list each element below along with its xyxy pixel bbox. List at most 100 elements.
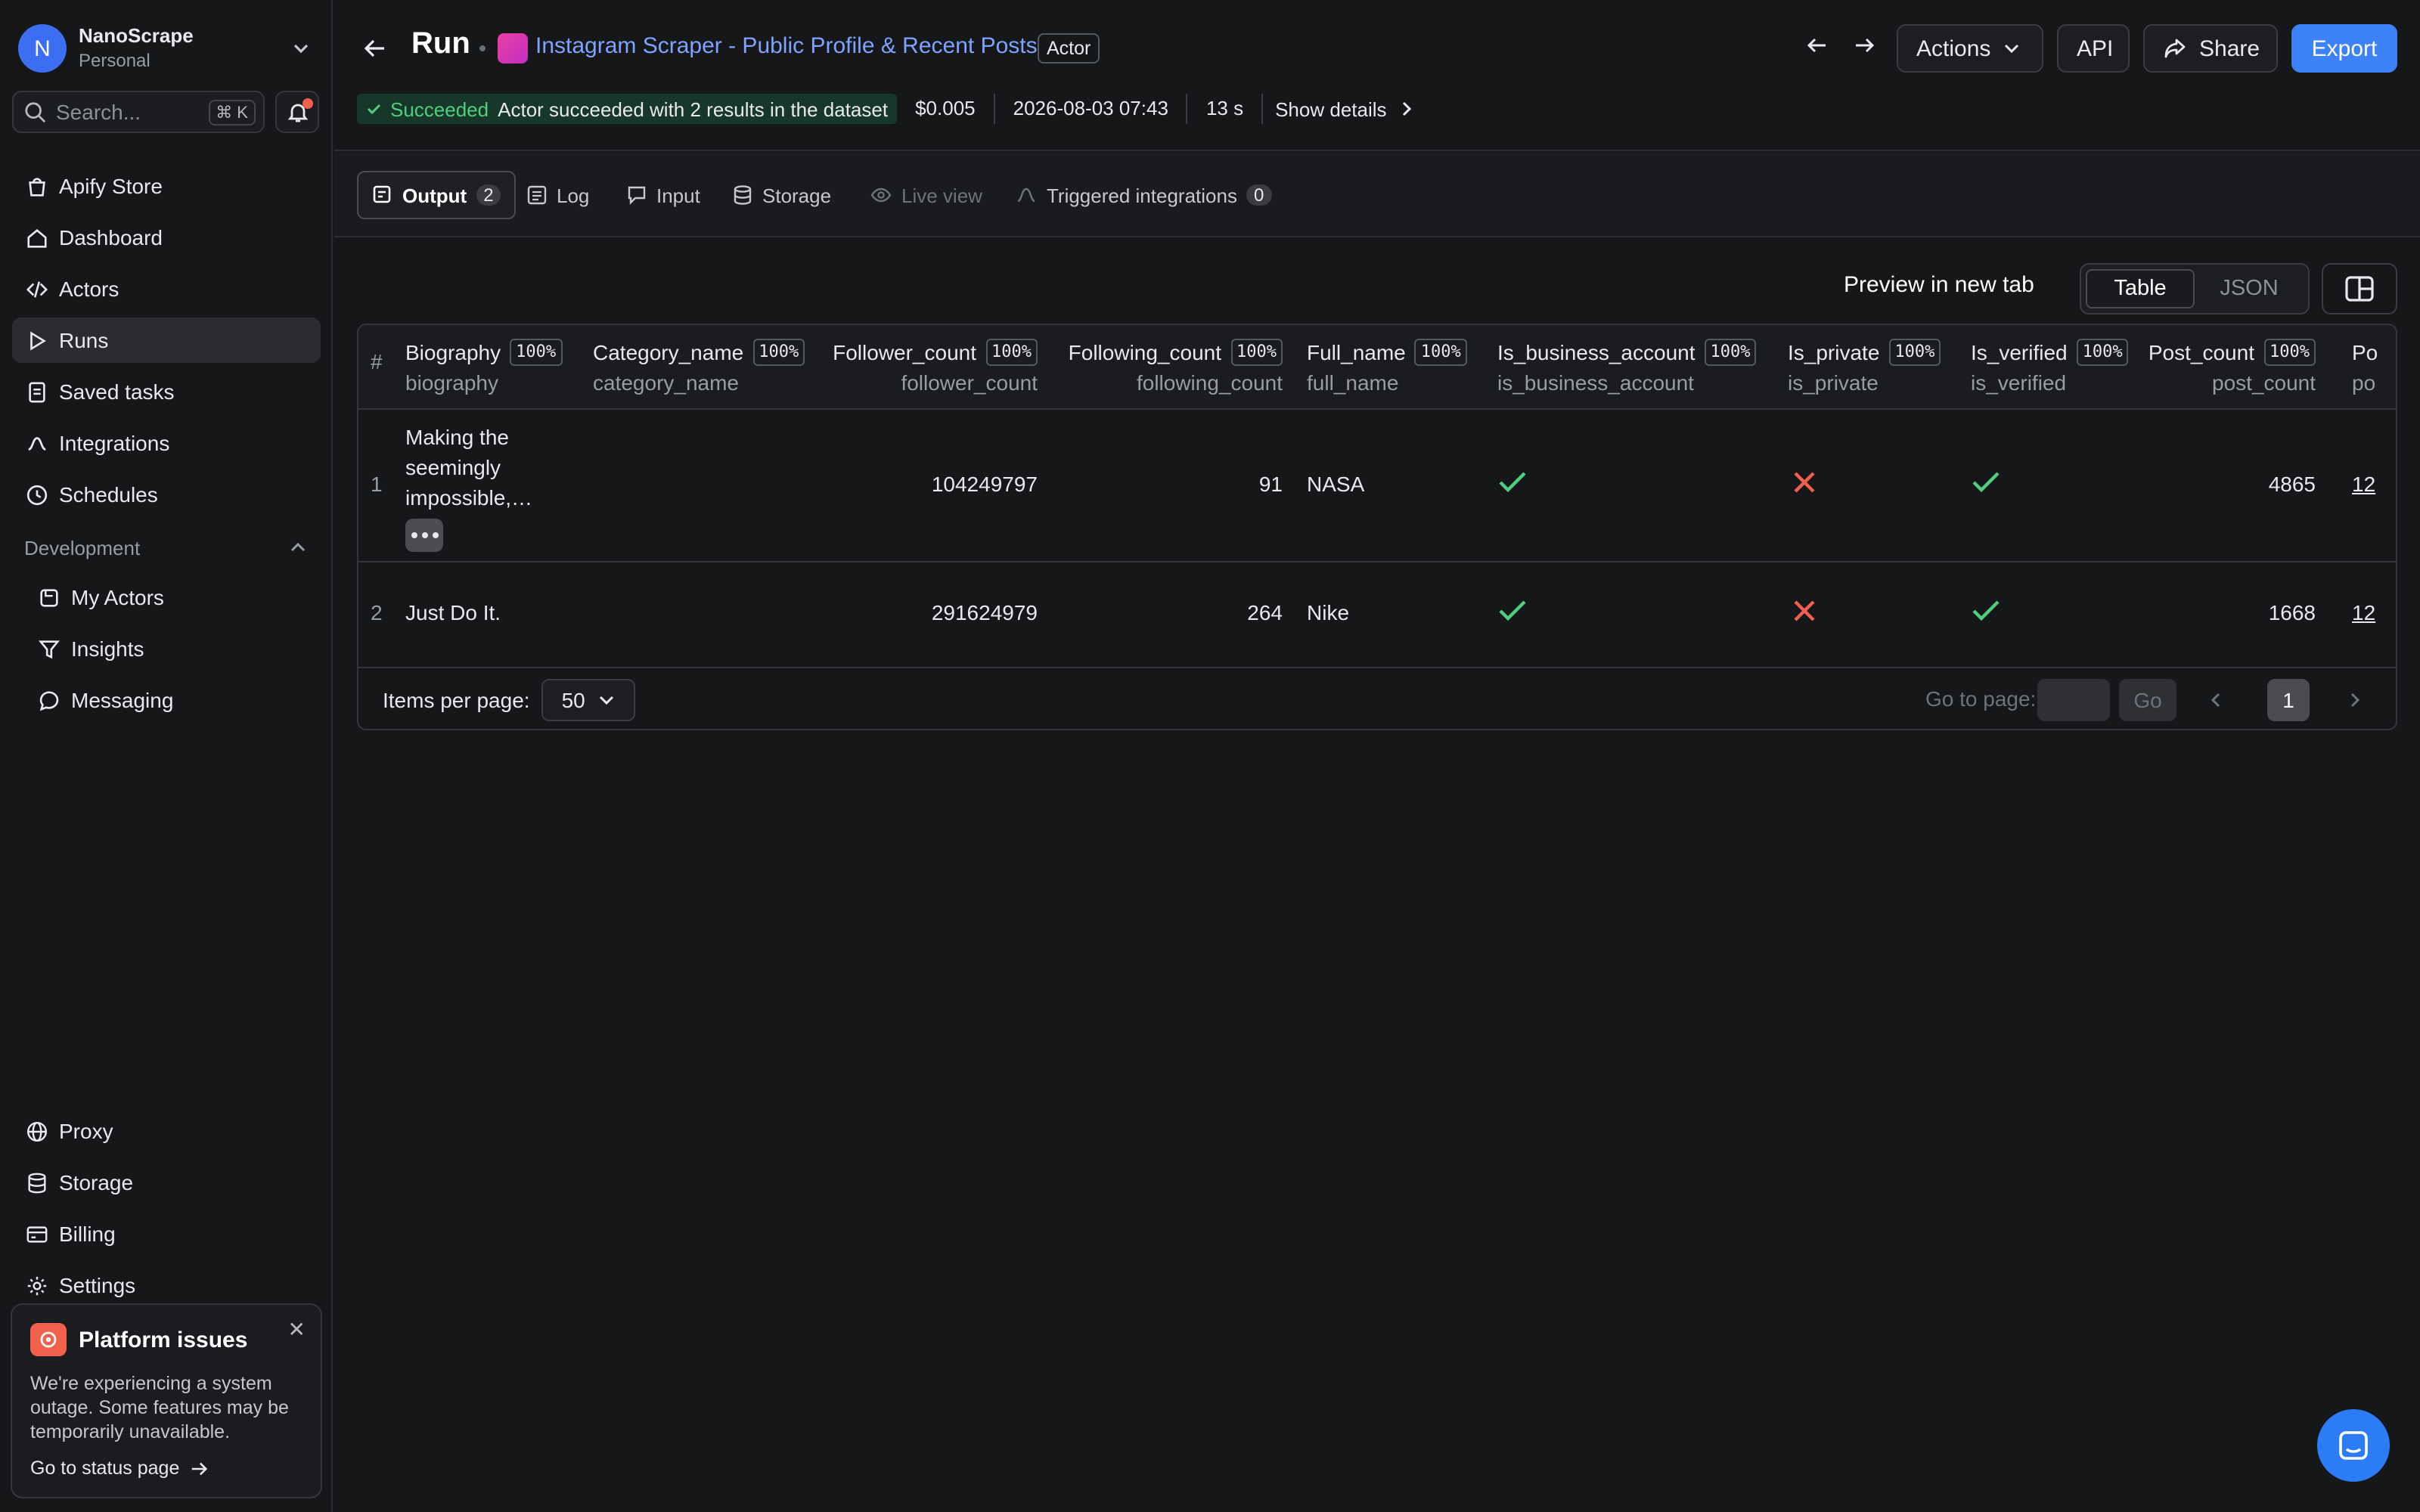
sidebar-item-apify-store[interactable]: Apify Store [12,163,321,209]
column-key: is_private [1788,370,1879,395]
sidebar-item-label: Messaging [71,688,174,712]
truncated-cell[interactable]: 12 [2352,472,2375,496]
sidebar-item-saved-tasks[interactable]: Saved tasks [12,369,321,414]
tab-output[interactable]: Output 2 [357,171,517,219]
sidebar-item-my-actors[interactable]: My Actors [24,575,321,620]
goto-page-input[interactable] [2037,679,2110,721]
column-header-biography[interactable]: Biography 100% biography [405,337,563,398]
column-header-is-private[interactable]: Is_private 100% is_private [1788,337,1941,398]
sidebar-item-label: Settings [59,1273,136,1297]
truncated-cell[interactable]: 12 [2352,600,2375,624]
fill-badge: 100% [1414,339,1467,366]
check-icon [1497,469,1528,496]
show-details-link[interactable]: Show details [1263,98,1413,120]
arrow-right-icon [188,1458,208,1478]
actions-label: Actions [1916,36,1991,61]
row-index: 2 [371,600,383,624]
search-shortcut: ⌘ K [208,99,256,125]
column-key: is_business_account [1497,370,1694,395]
database-icon [732,184,753,206]
account-switcher[interactable]: N NanoScrape Personal [18,23,315,74]
close-icon[interactable]: ✕ [288,1317,306,1343]
go-button[interactable]: Go [2119,679,2176,721]
sidebar-item-runs[interactable]: Runs [12,318,321,363]
toast-body: We're experiencing a system outage. Some… [30,1373,289,1442]
notifications-button[interactable] [275,91,319,133]
export-label: Export [2311,36,2378,61]
goto-page-label: Go to page: [1925,686,2037,711]
api-button[interactable]: API [2057,24,2130,73]
api-label: API [2077,36,2114,61]
previous-run-arrow-icon[interactable] [1804,33,1829,57]
actions-button[interactable]: Actions [1897,24,2043,73]
sidebar-item-actors[interactable]: Actors [12,266,321,311]
column-header-following-count[interactable]: Following_count 100% following_count [1062,337,1283,398]
tab-triggered-integrations[interactable]: Triggered integrations 0 [1001,171,1285,219]
main-content: Run Instagram Scraper - Public Profile &… [334,0,2420,1512]
column-header-post-count[interactable]: Post_count 100% post_count [2143,337,2316,398]
gear-icon [24,1273,48,1297]
column-header-is-business-account[interactable]: Is_business_account 100% is_business_acco… [1497,337,1757,398]
full-name-cell: Nike [1307,600,1350,624]
sidebar-item-settings[interactable]: Settings [12,1263,321,1308]
column-header-full-name[interactable]: Full_name 100% full_name [1307,337,1467,398]
check-icon [1971,469,2001,496]
actor-link[interactable]: Instagram Scraper - Public Profile & Rec… [535,33,1038,59]
row-index: 1 [371,472,383,496]
column-label: Is_verified [1971,340,2068,364]
run-header: Run Instagram Scraper - Public Profile &… [334,0,2420,151]
column-label: Post_count [2148,340,2254,364]
current-page-button[interactable]: 1 [2267,679,2310,721]
sidebar-item-proxy[interactable]: Proxy [12,1108,321,1154]
sidebar-item-storage[interactable]: Storage [12,1160,321,1205]
column-header-follower-count[interactable]: Follower_count 100% follower_count [827,337,1038,398]
sidebar-item-schedules[interactable]: Schedules [12,472,321,517]
items-per-page-value: 50 [561,688,585,712]
fill-badge: 100% [2076,339,2129,366]
column-key: is_verified [1971,370,2067,395]
tab-label: Storage [762,184,832,206]
expand-more-button[interactable] [405,519,443,552]
items-per-page-select[interactable]: 50 [541,679,636,721]
sidebar-item-dashboard[interactable]: Dashboard [12,215,321,260]
next-page-icon[interactable] [2346,689,2364,711]
platform-issues-toast: Platform issues ✕ We're experiencing a s… [11,1303,322,1498]
home-icon [24,225,48,249]
next-run-arrow-icon[interactable] [1853,33,1877,57]
sidebar-item-messaging[interactable]: Messaging [24,677,321,723]
layout-button[interactable] [2322,263,2397,314]
json-view-button[interactable]: JSON [2195,269,2304,308]
table-row: 1 Making the seemingly impossible,… 1042… [358,410,2396,562]
tab-input[interactable]: Input [613,171,714,219]
preview-new-tab-link[interactable]: Preview in new tab [1844,272,2034,298]
cross-icon [1791,469,1818,496]
column-header-category-name[interactable]: Category_name 100% category_name [593,337,805,398]
tab-label: Triggered integrations [1047,184,1237,206]
table-view-button[interactable]: Table [2086,269,2195,308]
support-chat-button[interactable] [2317,1409,2390,1482]
back-arrow-icon[interactable] [361,35,389,62]
run-duration: 13 s [1188,94,1264,124]
tab-storage[interactable]: Storage [718,171,845,219]
status-page-link[interactable]: Go to status page [30,1458,302,1479]
funnel-icon [36,637,60,661]
column-label: Category_name [593,340,744,364]
sidebar: N NanoScrape Personal Search... ⌘ K Apif… [0,0,333,1512]
fill-badge: 100% [1704,339,1757,366]
sidebar-item-billing[interactable]: Billing [12,1211,321,1256]
column-header-truncated[interactable]: Po po [2352,337,2378,398]
sidebar-item-label: Actors [59,277,119,301]
column-header-is-verified[interactable]: Is_verified 100% is_verified [1971,337,2129,398]
export-button[interactable]: Export [2291,24,2397,73]
tab-log[interactable]: Log [513,171,603,219]
column-key: follower_count [901,370,1038,395]
share-icon [2163,36,2187,60]
development-section-toggle[interactable]: Development [24,532,309,562]
share-button[interactable]: Share [2143,24,2278,73]
previous-page-icon[interactable] [2207,689,2225,711]
chevron-down-icon [2003,39,2021,57]
separator-dot [479,45,486,51]
sidebar-item-insights[interactable]: Insights [24,626,321,671]
sidebar-item-integrations[interactable]: Integrations [12,420,321,466]
search-input[interactable]: Search... ⌘ K [12,91,265,133]
